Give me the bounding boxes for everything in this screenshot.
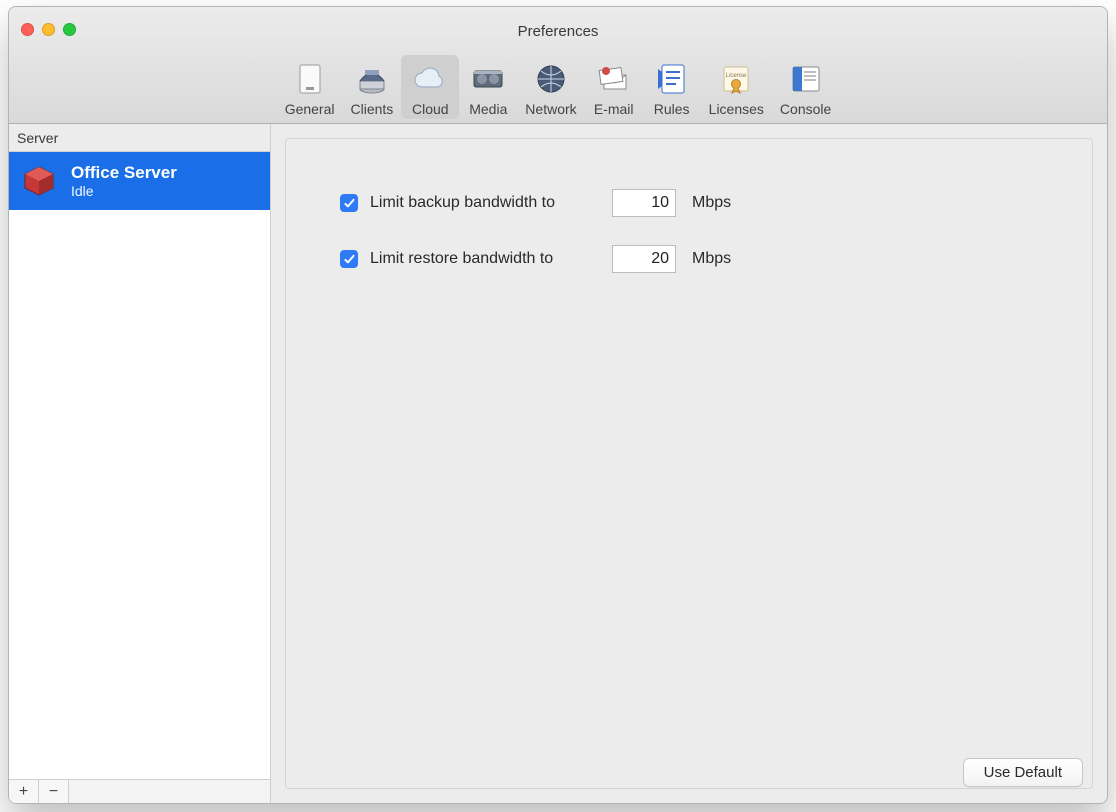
remove-server-button[interactable]: − [39, 780, 69, 803]
preferences-toolbar: General Clients [9, 55, 1107, 124]
sidebar-header: Server [9, 124, 270, 152]
tab-console[interactable]: Console [772, 55, 839, 119]
server-status-label: Idle [71, 183, 177, 199]
add-server-button[interactable]: + [9, 780, 39, 803]
titlebar: Preferences [9, 7, 1107, 55]
cloud-icon [410, 59, 450, 99]
server-icon [19, 161, 59, 201]
limit-restore-input[interactable] [612, 245, 676, 273]
limit-backup-label: Limit backup bandwidth to [370, 194, 600, 212]
media-icon [468, 59, 508, 99]
tab-licenses[interactable]: License Licenses [701, 55, 772, 119]
limit-backup-row: Limit backup bandwidth to Mbps [326, 189, 1052, 217]
preferences-window: Preferences General [8, 6, 1108, 804]
tab-general[interactable]: General [277, 55, 343, 119]
console-icon [786, 59, 826, 99]
window-controls [21, 23, 76, 36]
tab-media[interactable]: Media [459, 55, 517, 119]
minimize-window-button[interactable] [42, 23, 55, 36]
network-icon [531, 59, 571, 99]
cloud-settings-panel: Limit backup bandwidth to Mbps Limit res… [285, 138, 1093, 789]
tab-rules[interactable]: Rules [643, 55, 701, 119]
server-row[interactable]: Office Server Idle [9, 152, 270, 210]
limit-restore-row: Limit restore bandwidth to Mbps [326, 245, 1052, 273]
limit-backup-unit: Mbps [692, 194, 731, 212]
limit-restore-checkbox[interactable] [340, 250, 358, 268]
svg-text:License: License [726, 73, 747, 79]
rules-icon [652, 59, 692, 99]
tab-clients[interactable]: Clients [343, 55, 402, 119]
close-window-button[interactable] [21, 23, 34, 36]
server-sidebar: Server Office Server Idle [9, 124, 271, 803]
window-title: Preferences [9, 23, 1107, 40]
sidebar-footer: + − [9, 779, 270, 803]
limit-restore-label: Limit restore bandwidth to [370, 250, 600, 268]
licenses-icon: License [716, 59, 756, 99]
tab-email[interactable]: E-mail [585, 55, 643, 119]
server-name-label: Office Server [71, 163, 177, 183]
limit-backup-checkbox[interactable] [340, 194, 358, 212]
limit-restore-unit: Mbps [692, 250, 731, 268]
tab-cloud[interactable]: Cloud [401, 55, 459, 119]
server-list: Office Server Idle [9, 152, 270, 779]
email-icon [594, 59, 634, 99]
general-icon [290, 59, 330, 99]
clients-icon [352, 59, 392, 99]
main-panel: Limit backup bandwidth to Mbps Limit res… [271, 124, 1107, 803]
use-default-button[interactable]: Use Default [963, 758, 1083, 787]
tab-network[interactable]: Network [517, 55, 584, 119]
limit-backup-input[interactable] [612, 189, 676, 217]
fullscreen-window-button[interactable] [63, 23, 76, 36]
